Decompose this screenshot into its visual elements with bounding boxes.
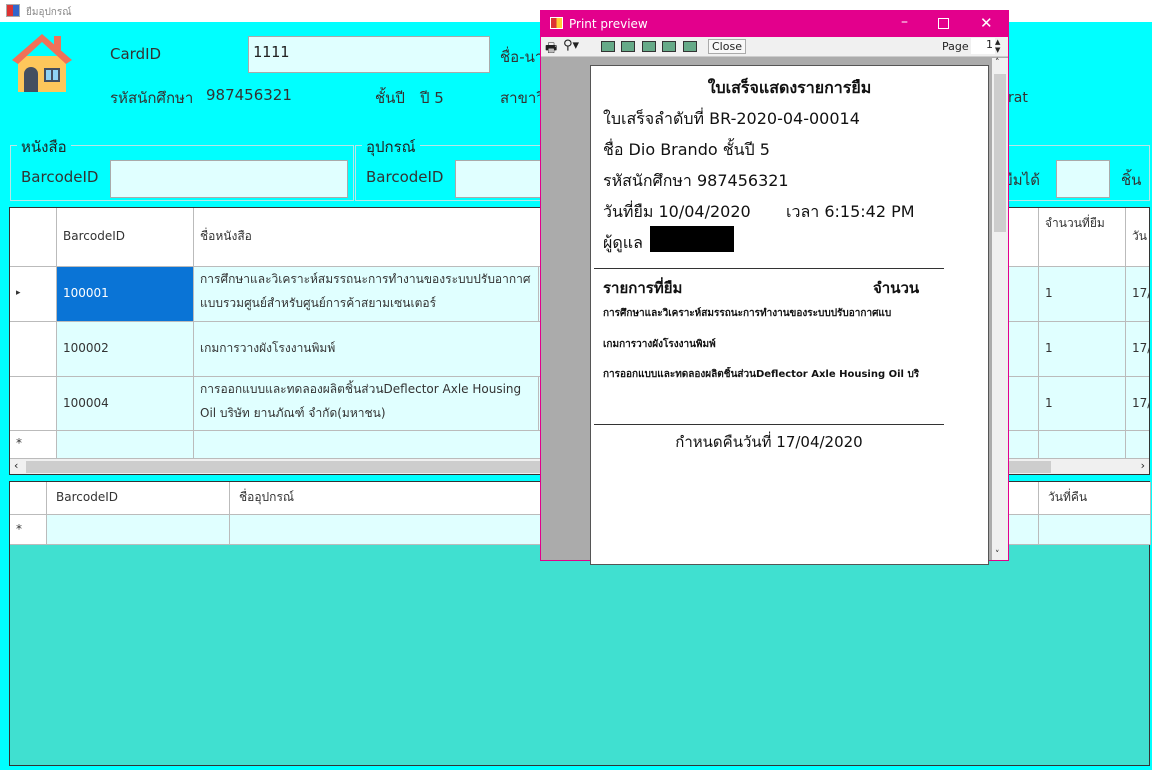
title-cell[interactable]: การศึกษาและวิเคราะห์สมรรถนะการทำงานของระ…	[194, 267, 539, 322]
row-header-corner	[10, 208, 57, 267]
date-cell[interactable]: 17/	[1126, 377, 1149, 431]
new-row-marker: *	[10, 431, 57, 459]
can-borrow-input[interactable]	[1056, 160, 1110, 198]
dialog-icon	[550, 17, 563, 29]
qty-cell[interactable]: 1	[1039, 322, 1126, 377]
two-pages-icon[interactable]	[621, 41, 635, 52]
receipt-item: การออกแบบและทดลองผลิตชิ้นส่วนDeflector A…	[603, 369, 920, 380]
receipt-student-id: รหัสนักศึกษา 987456321	[603, 171, 789, 190]
three-pages-icon[interactable]	[642, 41, 656, 52]
row-header-corner	[10, 482, 47, 515]
unit-label: ชิ้น	[1121, 171, 1142, 189]
new-row-cell[interactable]	[57, 431, 194, 459]
receipt-date: วันที่ยืม 10/04/2020	[603, 202, 751, 221]
items-header: รายการที่ยืม	[603, 279, 683, 297]
current-row-indicator: ▸	[10, 267, 57, 322]
scrollbar-thumb[interactable]	[994, 74, 1006, 232]
year-label: ชั้นปี	[375, 89, 405, 107]
scroll-down-icon[interactable]: ˅	[995, 550, 1000, 560]
one-page-icon[interactable]	[601, 41, 615, 52]
qty-header: จำนวน	[873, 279, 920, 297]
close-window-button[interactable]: ✕	[980, 14, 993, 32]
receipt-heading: ใบเสร็จแสดงรายการยืม	[707, 78, 872, 97]
due-date: กำหนดคืนวันที่ 17/04/2020	[675, 433, 863, 451]
new-row-cell[interactable]	[1126, 431, 1149, 459]
close-preview-button[interactable]: Close	[708, 39, 746, 54]
receipt-item: เกมการวางผังโรงงานพิมพ์	[603, 339, 716, 350]
book-barcode-input[interactable]	[110, 160, 348, 198]
barcode-cell[interactable]: 100001	[57, 267, 194, 322]
new-row-cell[interactable]	[1039, 431, 1126, 459]
page-label: Page	[942, 40, 969, 53]
book-group-title: หนังสือ	[17, 135, 71, 159]
print-icon[interactable]: 🖶	[545, 39, 557, 61]
dialog-title: Print preview	[569, 17, 648, 31]
card-id-input[interactable]: 1111	[248, 36, 490, 73]
qty-cell[interactable]: 1	[1039, 267, 1126, 322]
new-row-cell[interactable]	[47, 515, 230, 545]
divider	[594, 268, 944, 269]
column-header-return-date[interactable]: วันที่คืน	[1039, 482, 1151, 515]
receipt-staff-label: ผู้ดูแล	[603, 233, 643, 252]
barcode-cell[interactable]: 100002	[57, 322, 194, 377]
row-header	[10, 322, 57, 377]
new-row-marker: *	[10, 515, 47, 545]
home-icon[interactable]	[10, 30, 74, 94]
six-pages-icon[interactable]	[683, 41, 697, 52]
row-header	[10, 377, 57, 431]
column-header-date[interactable]: วัน	[1126, 208, 1149, 267]
redacted-staff-name	[650, 226, 734, 252]
window-title: ยืมอุปกรณ์	[26, 7, 72, 18]
scroll-left-icon[interactable]: ‹	[14, 459, 18, 472]
date-cell[interactable]: 17/	[1126, 267, 1149, 322]
maximize-button[interactable]	[938, 18, 949, 29]
scroll-right-icon[interactable]: ›	[1141, 459, 1145, 472]
minimize-button[interactable]: –	[901, 14, 908, 30]
can-borrow-label: ยืมได้	[1004, 171, 1040, 189]
page-spinner[interactable]: ▲ ▼	[995, 38, 1000, 54]
title-cell[interactable]: การออกแบบและทดลองผลิตชิ้นส่วนDeflector A…	[194, 377, 539, 431]
receipt-page: ใบเสร็จแสดงรายการยืม ใบเสร็จลำดับที่ BR-…	[590, 65, 989, 565]
new-row-cell[interactable]	[1039, 515, 1151, 545]
barcode-cell[interactable]: 100004	[57, 377, 194, 431]
book-barcode-label: BarcodeID	[21, 168, 99, 186]
receipt-item: การศึกษาและวิเคราะห์สมรรถนะการทำงานของระ…	[603, 308, 892, 319]
preview-toolbar: 🖶 ⚲▾ Close Page 1 ▲ ▼	[541, 37, 1008, 57]
divider	[594, 424, 944, 425]
major-value: rat	[1008, 90, 1028, 106]
column-header-qty[interactable]: จำนวนที่ยืม	[1039, 208, 1126, 267]
student-id-label: รหัสนักศึกษา	[110, 89, 194, 107]
column-header-barcode[interactable]: BarcodeID	[47, 482, 230, 515]
vertical-scrollbar[interactable]: ˄ ˅	[992, 58, 1008, 560]
date-cell[interactable]: 17/	[1126, 322, 1149, 377]
receipt-name: ชื่อ Dio Brando ชั้นปี 5	[603, 140, 770, 159]
student-id-value: 987456321	[206, 86, 292, 104]
equipment-group-title: อุปกรณ์	[362, 135, 420, 159]
book-group: หนังสือ BarcodeID	[10, 135, 354, 201]
year-value: ปี 5	[420, 89, 444, 107]
page-number-input[interactable]: 1	[971, 38, 995, 54]
column-header-barcode[interactable]: BarcodeID	[57, 208, 194, 267]
equipment-barcode-label: BarcodeID	[366, 168, 444, 186]
major-label: สาขาวิ	[500, 89, 545, 107]
name-label: ชื่อ-นา	[500, 48, 544, 66]
zoom-icon[interactable]: ⚲▾	[563, 38, 579, 53]
card-id-label: CardID	[110, 45, 162, 63]
dialog-titlebar: Print preview – ✕	[541, 11, 1008, 37]
qty-cell[interactable]: 1	[1039, 377, 1126, 431]
receipt-number: ใบเสร็จลำดับที่ BR-2020-04-00014	[603, 109, 860, 128]
print-preview-dialog: Print preview – ✕ 🖶 ⚲▾ Close Page 1 ▲ ▼ ใ…	[540, 10, 1009, 565]
scroll-up-icon[interactable]: ˄	[995, 58, 1000, 68]
receipt-time: เวลา 6:15:42 PM	[786, 202, 915, 221]
app-icon	[6, 4, 20, 17]
four-pages-icon[interactable]	[662, 41, 676, 52]
